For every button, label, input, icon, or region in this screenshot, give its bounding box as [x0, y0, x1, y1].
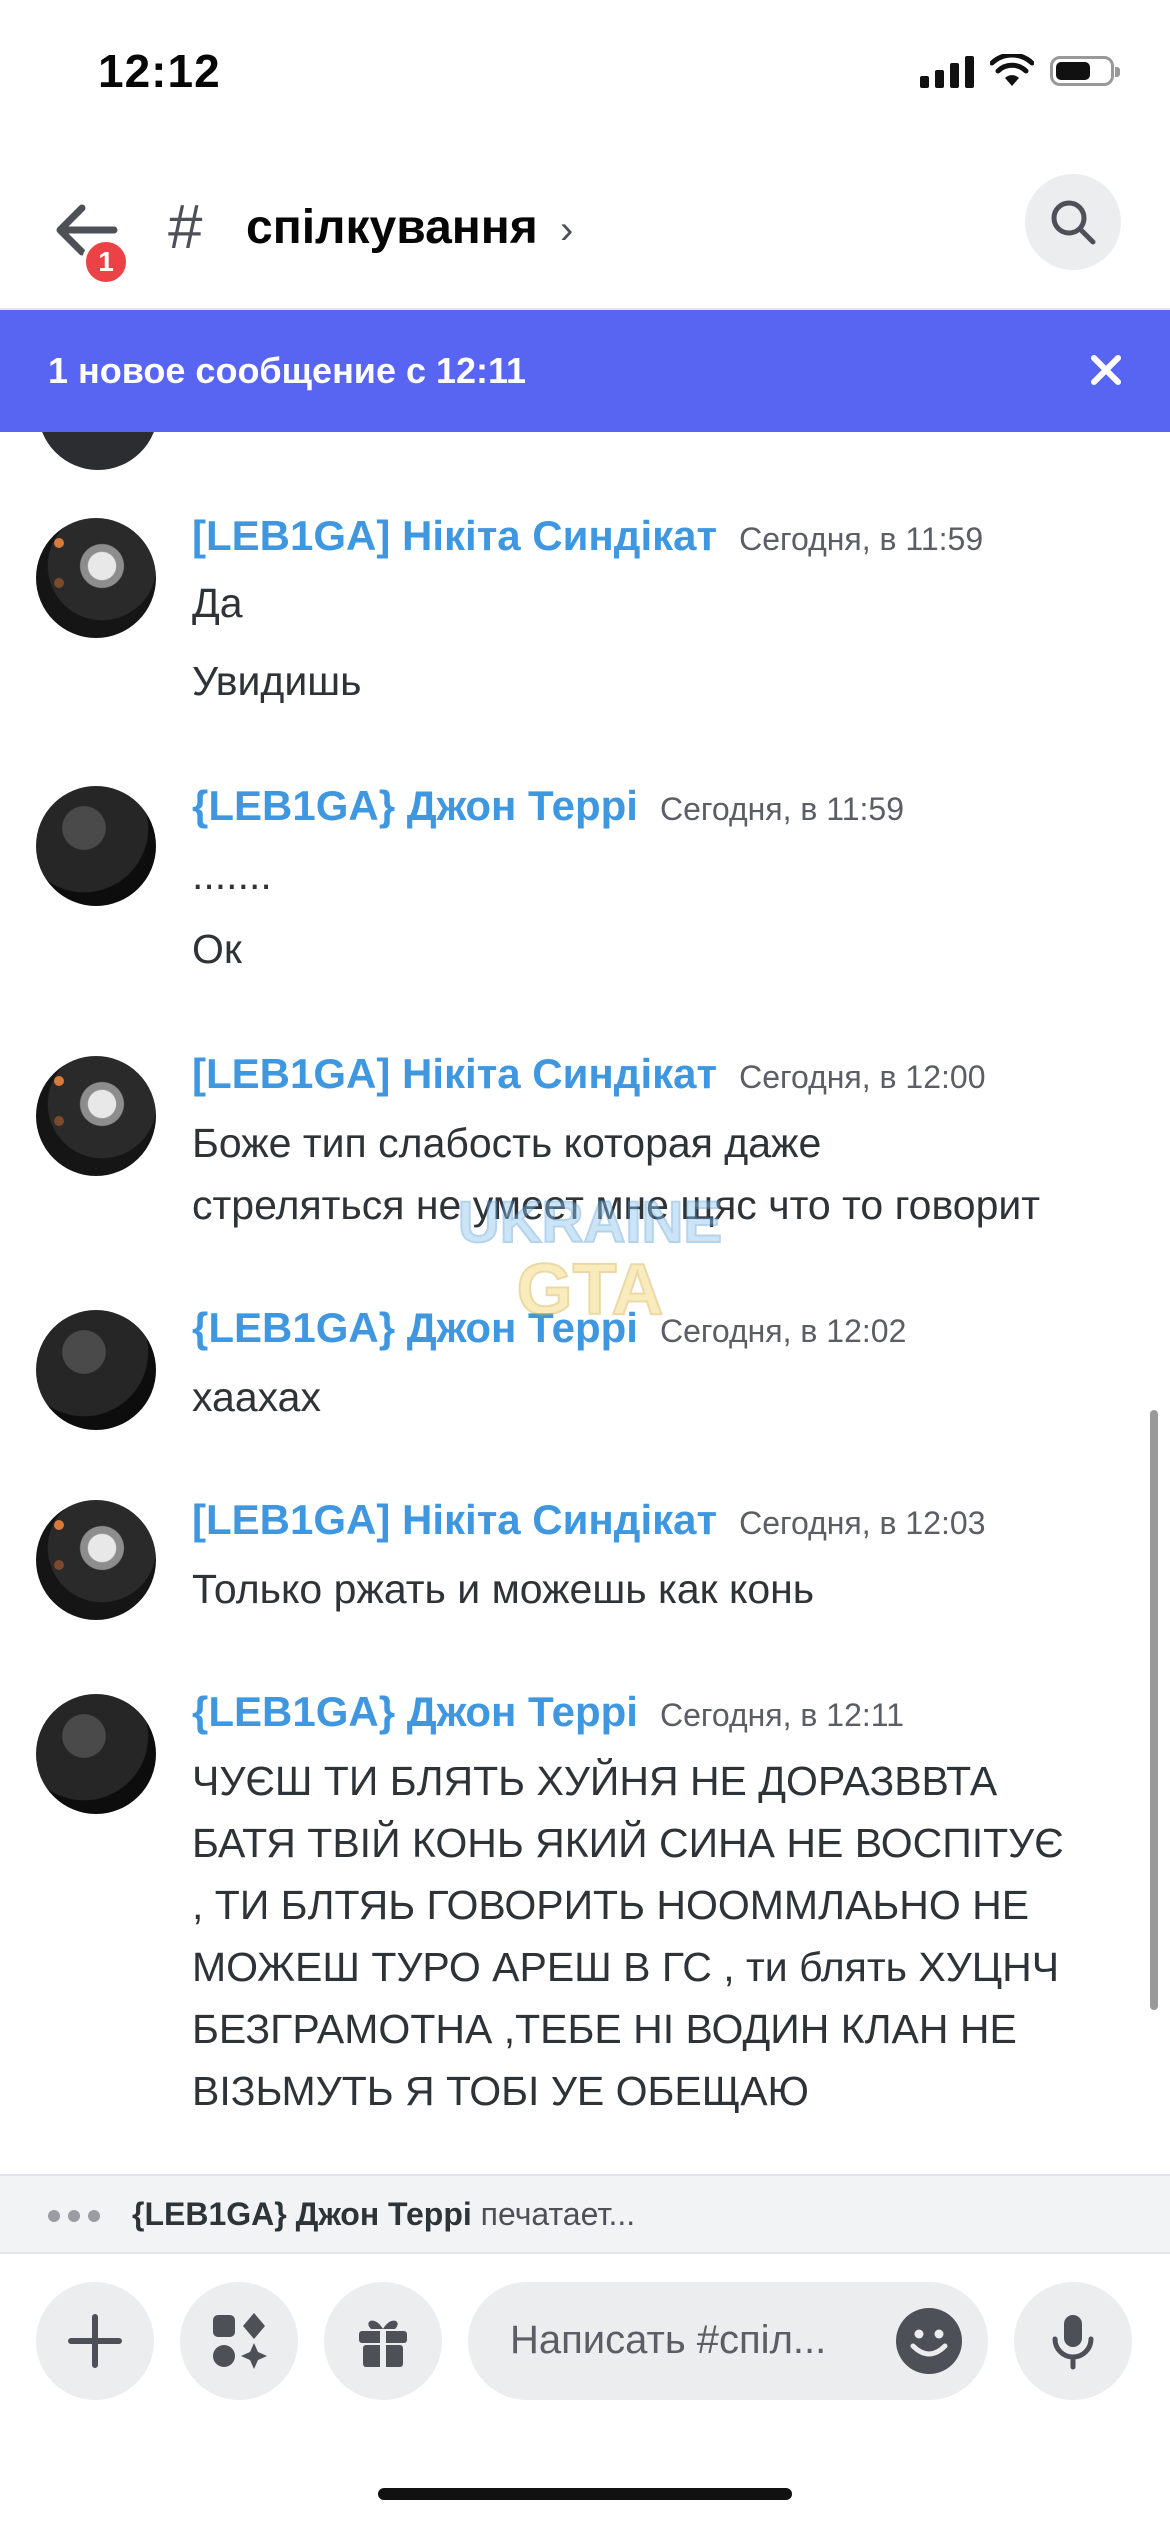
typing-indicator: {LEB1GA} Джон Террі печатает... [0, 2174, 1170, 2252]
new-message-banner[interactable]: 1 новое сообщение с 12:11 [0, 310, 1170, 432]
message-line: Ок [192, 926, 242, 972]
avatar[interactable] [36, 1310, 156, 1430]
microphone-icon [1052, 2315, 1094, 2370]
watermark-line1: UKRAINE [458, 1190, 722, 1255]
message-line: хаахах [192, 1374, 321, 1420]
voice-message-button[interactable] [1014, 2282, 1132, 2400]
status-time: 12:12 [98, 45, 221, 97]
message-line: БАТЯ ТВІЙ КОНЬ ЯКИЙ СИНА НЕ ВОСПІТУЄ [192, 1820, 1064, 1866]
avatar[interactable] [36, 518, 156, 638]
channel-name[interactable]: спілкування [246, 200, 538, 255]
avatar[interactable] [36, 1056, 156, 1176]
message-line: Только ржать и можешь как конь [192, 1566, 815, 1612]
apps-icon [213, 2313, 267, 2369]
message-timestamp: Сегодня, в 11:59 [659, 791, 904, 827]
gift-button[interactable] [324, 2282, 442, 2400]
search-button[interactable] [1025, 174, 1121, 270]
emoji-icon [910, 2329, 948, 2357]
message-author[interactable]: [LEB1GA] Нікіта Синдікат Сегодня, в 12:00 [192, 1050, 985, 1098]
message-line: ВІЗЬМУТЬ Я ТОБІ УЕ ОБЕЩАЮ [192, 2068, 809, 2114]
close-banner-button[interactable] [1082, 346, 1130, 394]
status-icons [920, 54, 1120, 88]
message-line: Да [192, 580, 243, 626]
avatar[interactable] [36, 786, 156, 906]
message-line: ЧУЄШ ТИ БЛЯТЬ ХУЙНЯ НЕ ДОРАЗВВТА [192, 1758, 998, 1804]
avatar[interactable] [38, 432, 158, 470]
battery-icon [1050, 56, 1120, 86]
message-line: Увидишь [192, 658, 362, 704]
watermark-logo: UKRAINE GTA [457, 1189, 723, 1330]
message-input[interactable]: Написать #спіл... [468, 2282, 988, 2400]
message-author[interactable]: [LEB1GA] Нікіта Синдікат Сегодня, в 12:03 [192, 1496, 985, 1544]
message-author[interactable]: {LEB1GA} Джон Террі Сегодня, в 12:11 [192, 1688, 904, 1736]
notification-badge: 1 [82, 238, 130, 286]
channel-header: 1 # спілкування › [0, 150, 1170, 310]
message-timestamp: Сегодня, в 12:11 [659, 1697, 904, 1733]
typing-dots-icon [48, 2210, 100, 2222]
typing-user: {LEB1GA} Джон Террі [132, 2196, 472, 2232]
close-icon [1091, 355, 1121, 385]
message-input-placeholder: Написать #спіл... [510, 2318, 827, 2362]
avatar[interactable] [36, 1500, 156, 1620]
plus-icon [68, 2314, 122, 2368]
message-line: БЕЗГРАМОТНА ,ТЕБЕ НІ ВОДИН КЛАН НЕ [192, 2006, 1017, 2052]
channel-hash-icon: # [168, 193, 203, 262]
message-timestamp: Сегодня, в 12:00 [739, 1059, 986, 1095]
typing-text: {LEB1GA} Джон Террі печатает... [132, 2196, 635, 2233]
message-line: МОЖЕШ ТУРО АРЕШ В ГС , ти блять ХУЦНЧ [192, 1944, 1060, 1990]
watermark-line2: GTA [517, 1250, 664, 1330]
gift-icon [359, 2320, 407, 2369]
scrollbar[interactable] [1150, 1410, 1158, 2010]
message-author[interactable]: {LEB1GA} Джон Террі Сегодня, в 11:59 [192, 782, 904, 830]
message-timestamp: Сегодня, в 12:03 [739, 1505, 986, 1541]
search-icon [1051, 200, 1096, 245]
add-attachment-button[interactable] [36, 2282, 154, 2400]
message-author[interactable]: [LEB1GA] Нікіта Синдікат Сегодня, в 11:59 [192, 512, 983, 560]
message-timestamp: Сегодня, в 11:59 [739, 521, 984, 557]
status-bar: 12:12 [0, 0, 1170, 150]
wifi-icon [990, 54, 1034, 86]
message-line: Боже тип слабость которая даже [192, 1120, 822, 1166]
message-line: ....... [192, 852, 272, 898]
cellular-signal-icon [920, 54, 974, 88]
home-indicator[interactable] [378, 2488, 792, 2500]
typing-suffix: печатает... [471, 2196, 636, 2232]
banner-text: 1 новое сообщение с 12:11 [48, 350, 527, 391]
avatar[interactable] [36, 1694, 156, 1814]
chevron-right-icon[interactable]: › [560, 208, 573, 253]
apps-button[interactable] [180, 2282, 298, 2400]
message-line: , ТИ БЛТЯЬ ГОВОРИТЬ НООММЛАЬНО НЕ [192, 1882, 1030, 1928]
emoji-button[interactable] [896, 2308, 962, 2374]
